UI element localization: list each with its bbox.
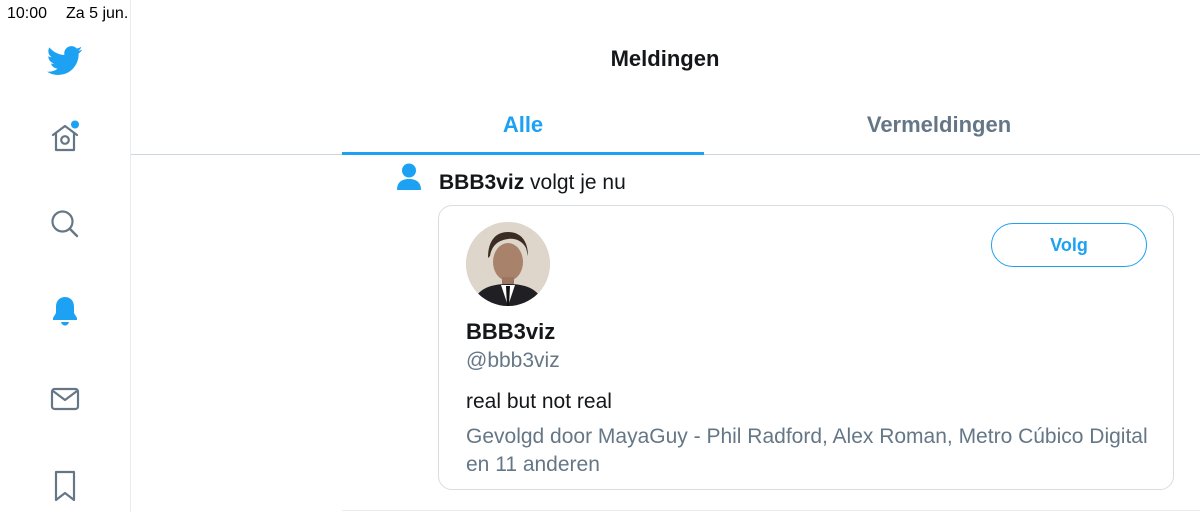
nav-bookmarks-button[interactable] [45, 466, 85, 506]
bell-icon [53, 297, 77, 326]
user-display-name[interactable]: BBB3viz [466, 319, 555, 345]
divider [342, 510, 1200, 511]
tab-all-label: Alle [502, 112, 544, 137]
user-handle: @bbb3viz [466, 349, 560, 372]
tab-mentions[interactable]: Vermeldingen [758, 100, 1120, 154]
follow-button[interactable]: Volg [991, 223, 1147, 267]
tab-mentions-label: Vermeldingen [866, 112, 1012, 137]
nav-notifications-button[interactable] [45, 291, 85, 331]
nav-home-button[interactable] [45, 117, 85, 157]
nav-search-button[interactable] [45, 204, 85, 244]
twitter-bird-icon [47, 46, 83, 75]
user-bio: real but not real [466, 390, 612, 413]
sidebar [0, 0, 131, 512]
followed-by-text: Gevolgd door MayaGuy - Phil Radford, Ale… [466, 425, 1148, 476]
notification-text: BBB3viz volgt je nu [439, 171, 626, 195]
avatar[interactable] [466, 222, 550, 306]
mail-icon [50, 387, 80, 411]
page-title: Meldingen [610, 46, 720, 71]
notification-actor-name[interactable]: BBB3viz [439, 171, 524, 194]
user-card[interactable]: Volg BBB3viz @bbb3viz real but not real … [438, 205, 1174, 490]
notification-action: volgt je nu [524, 171, 626, 194]
bookmark-icon [54, 470, 76, 502]
person-icon [397, 163, 421, 190]
search-icon [51, 210, 79, 238]
avatar-image [466, 222, 550, 306]
notification-item[interactable]: BBB3viz volgt je nu Volg BBB3viz @bbb3vi… [342, 154, 1200, 512]
tab-all[interactable]: Alle [342, 100, 704, 155]
nav-messages-button[interactable] [45, 379, 85, 419]
tab-bar: Alle Vermeldingen [131, 100, 1200, 155]
home-icon [51, 120, 79, 152]
twitter-logo-button[interactable] [45, 41, 85, 81]
